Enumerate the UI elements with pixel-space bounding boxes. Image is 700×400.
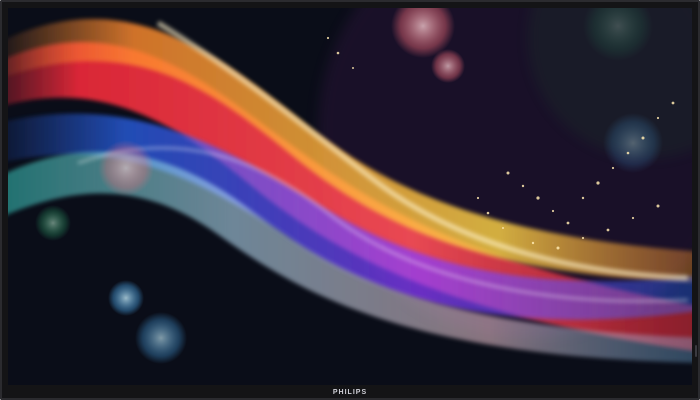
screen-wallpaper (8, 8, 692, 385)
bokeh-blue-bottom (135, 312, 187, 364)
bokeh-pink-small (431, 49, 465, 83)
brand-logo-text: PHILIPS (332, 389, 368, 396)
display-monitor: PHILIPS (0, 0, 700, 400)
bokeh-left-warm (98, 140, 154, 196)
bokeh-blue-left (108, 280, 144, 316)
wallpaper-art (8, 8, 692, 385)
bokeh-green-left (35, 205, 71, 241)
power-indicator (695, 345, 697, 357)
bokeh-teal-right (603, 113, 663, 173)
